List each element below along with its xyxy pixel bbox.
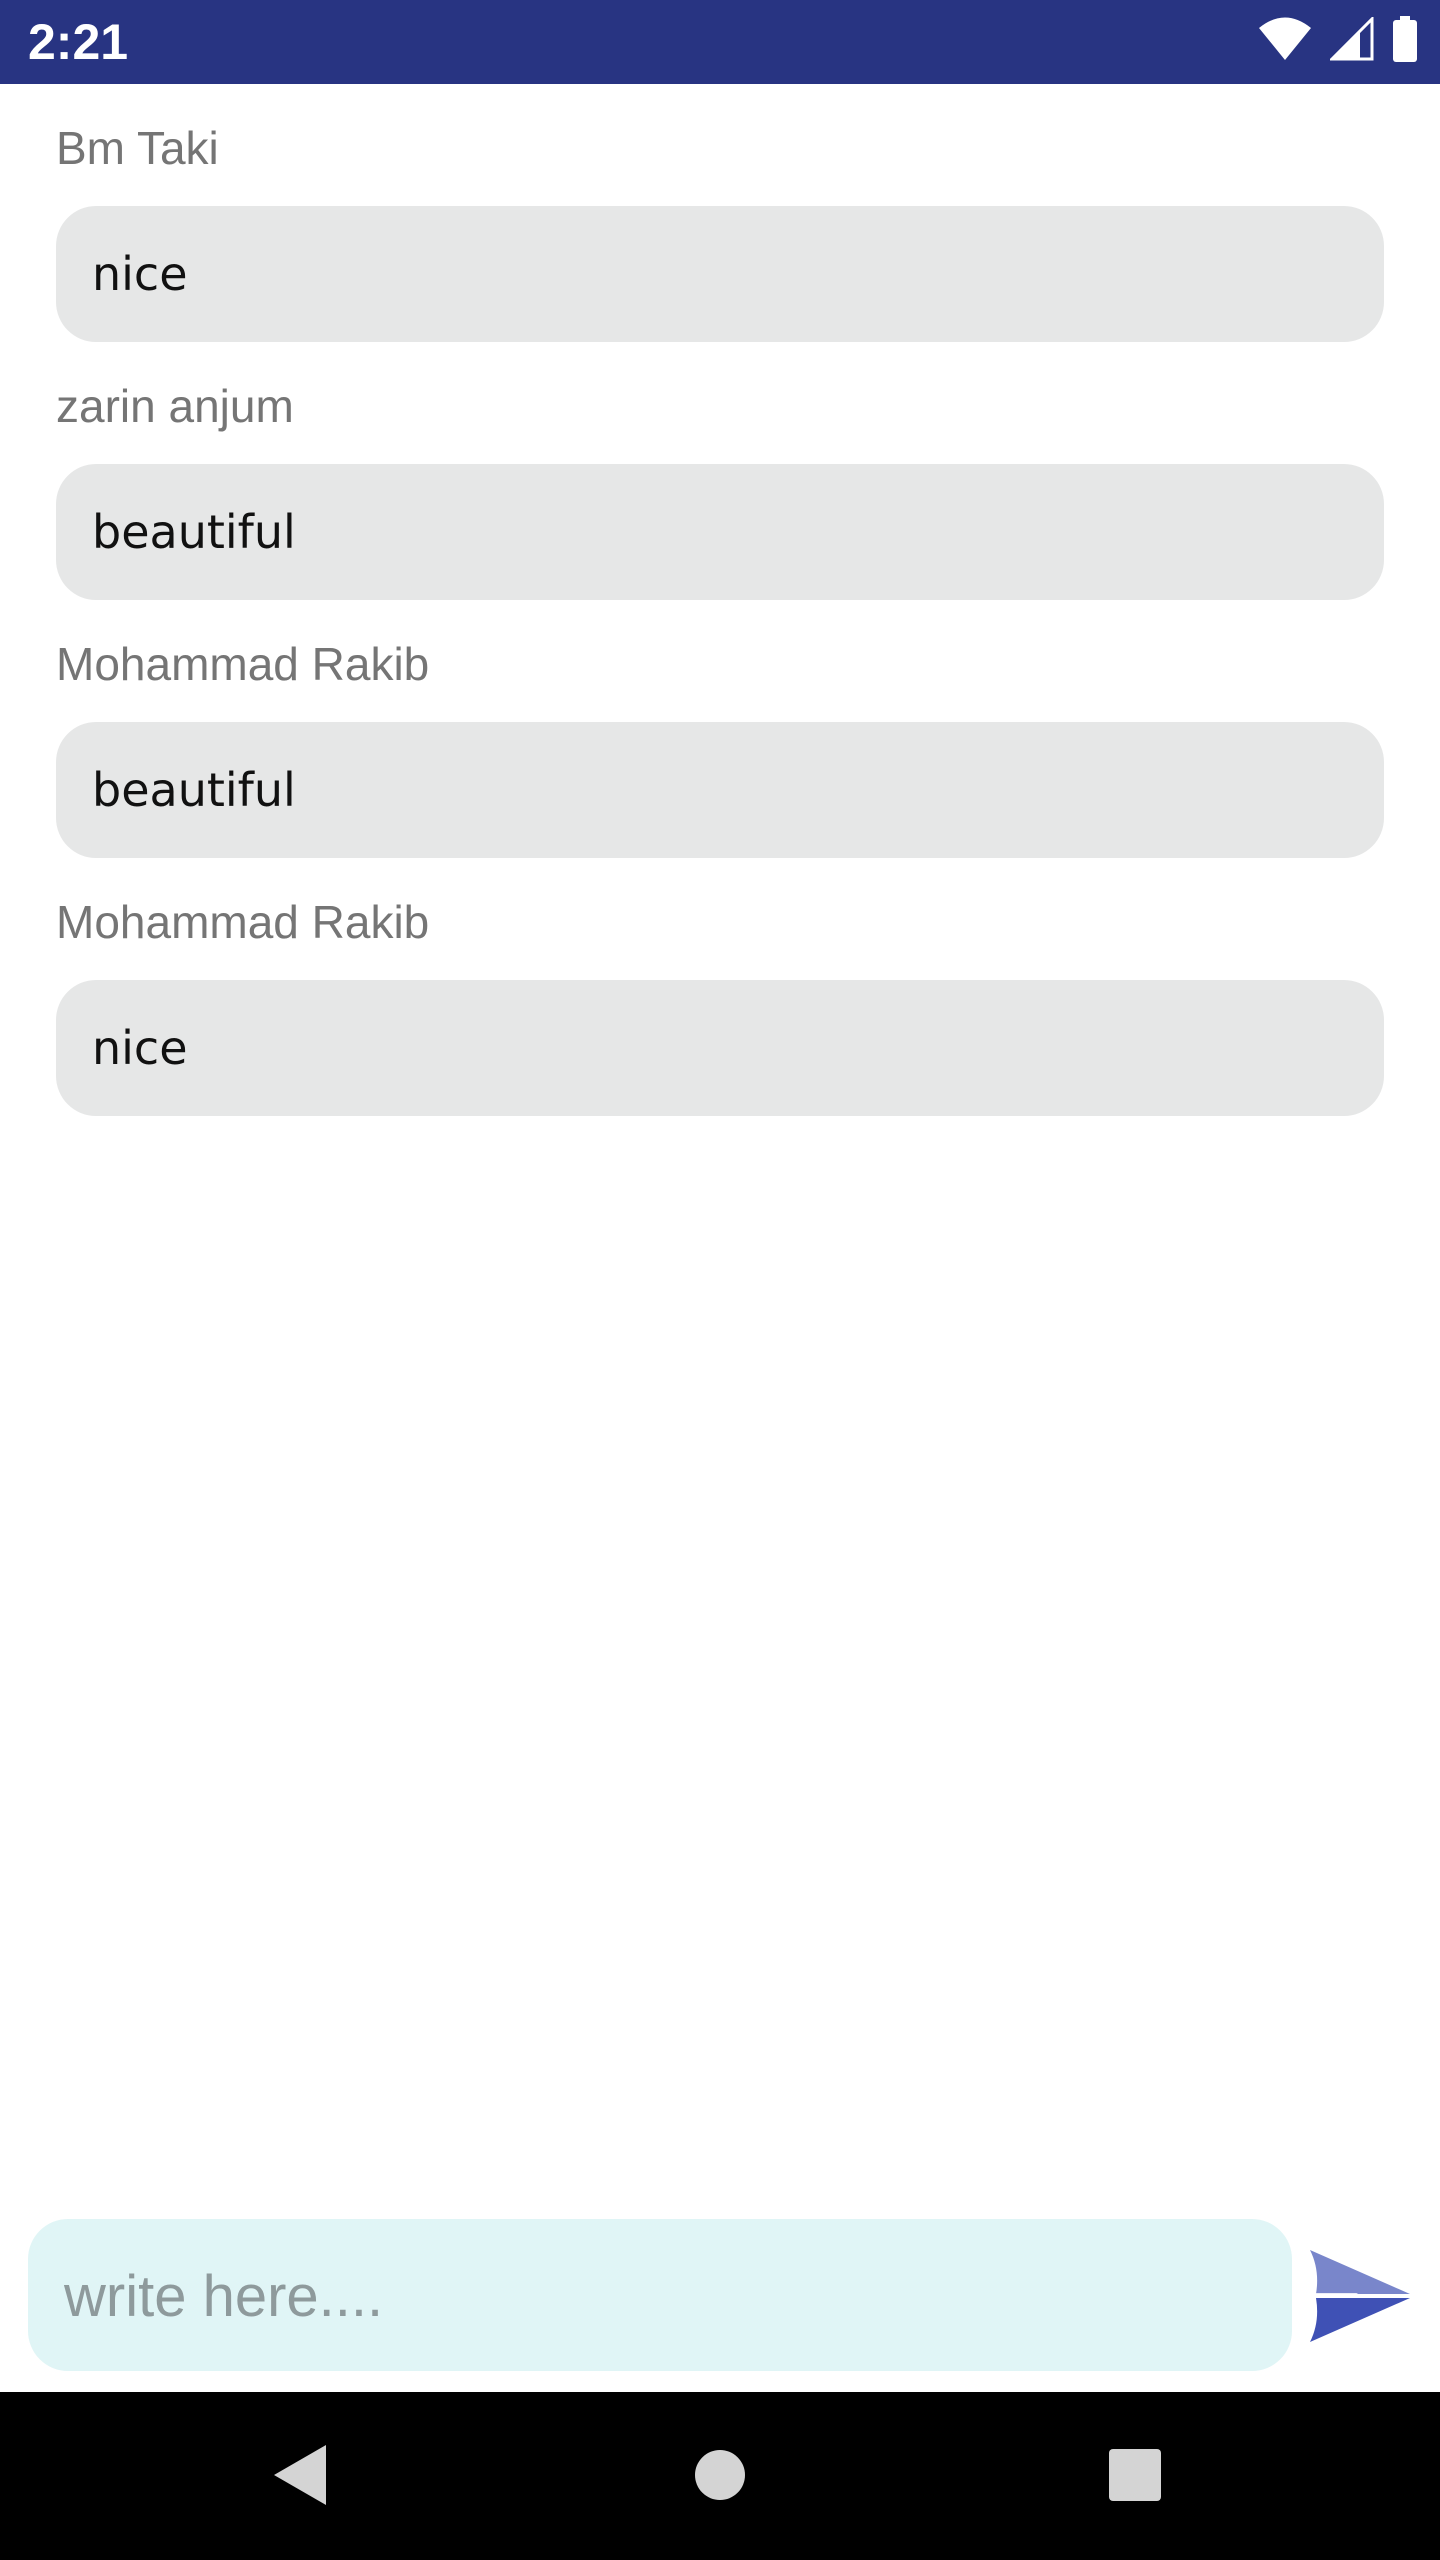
status-time: 2:21: [28, 14, 129, 70]
status-bar: 2:21: [0, 0, 1440, 84]
navigation-bar: [0, 2392, 1440, 2560]
send-button[interactable]: [1306, 2246, 1414, 2346]
message-item: Bm Taki nice: [56, 84, 1384, 342]
message-item: zarin anjum beautiful: [56, 342, 1384, 600]
message-item: Mohammad Rakib beautiful: [56, 600, 1384, 858]
battery-icon: [1392, 16, 1418, 66]
message-text: beautiful: [92, 505, 296, 559]
nav-home-button[interactable]: [675, 2432, 765, 2522]
message-text: nice: [92, 1021, 188, 1075]
message-bubble: nice: [56, 206, 1384, 342]
nav-recents-button[interactable]: [1090, 2432, 1180, 2522]
message-list: Bm Taki nice zarin anjum beautiful Moham…: [56, 84, 1384, 1116]
recents-icon: [1108, 2448, 1162, 2506]
home-icon: [693, 2448, 747, 2506]
send-icon: [1306, 2250, 1414, 2350]
nav-back-button[interactable]: [255, 2432, 345, 2522]
status-icons: [1258, 15, 1418, 66]
message-input[interactable]: [62, 2219, 1266, 2373]
message-bubble: beautiful: [56, 464, 1384, 600]
sender-name: Bm Taki: [56, 122, 219, 174]
sender-name: zarin anjum: [56, 380, 294, 432]
sender-name: Mohammad Rakib: [56, 896, 430, 948]
message-bubble: beautiful: [56, 722, 1384, 858]
back-icon: [270, 2443, 330, 2511]
message-item: Mohammad Rakib nice: [56, 858, 1384, 1116]
sender-name: Mohammad Rakib: [56, 638, 430, 690]
wifi-icon: [1258, 17, 1312, 65]
cellular-signal-icon: [1328, 15, 1374, 65]
message-composer: [28, 2219, 1292, 2373]
message-bubble: nice: [56, 980, 1384, 1116]
message-text: nice: [92, 247, 188, 301]
message-text: beautiful: [92, 763, 296, 817]
